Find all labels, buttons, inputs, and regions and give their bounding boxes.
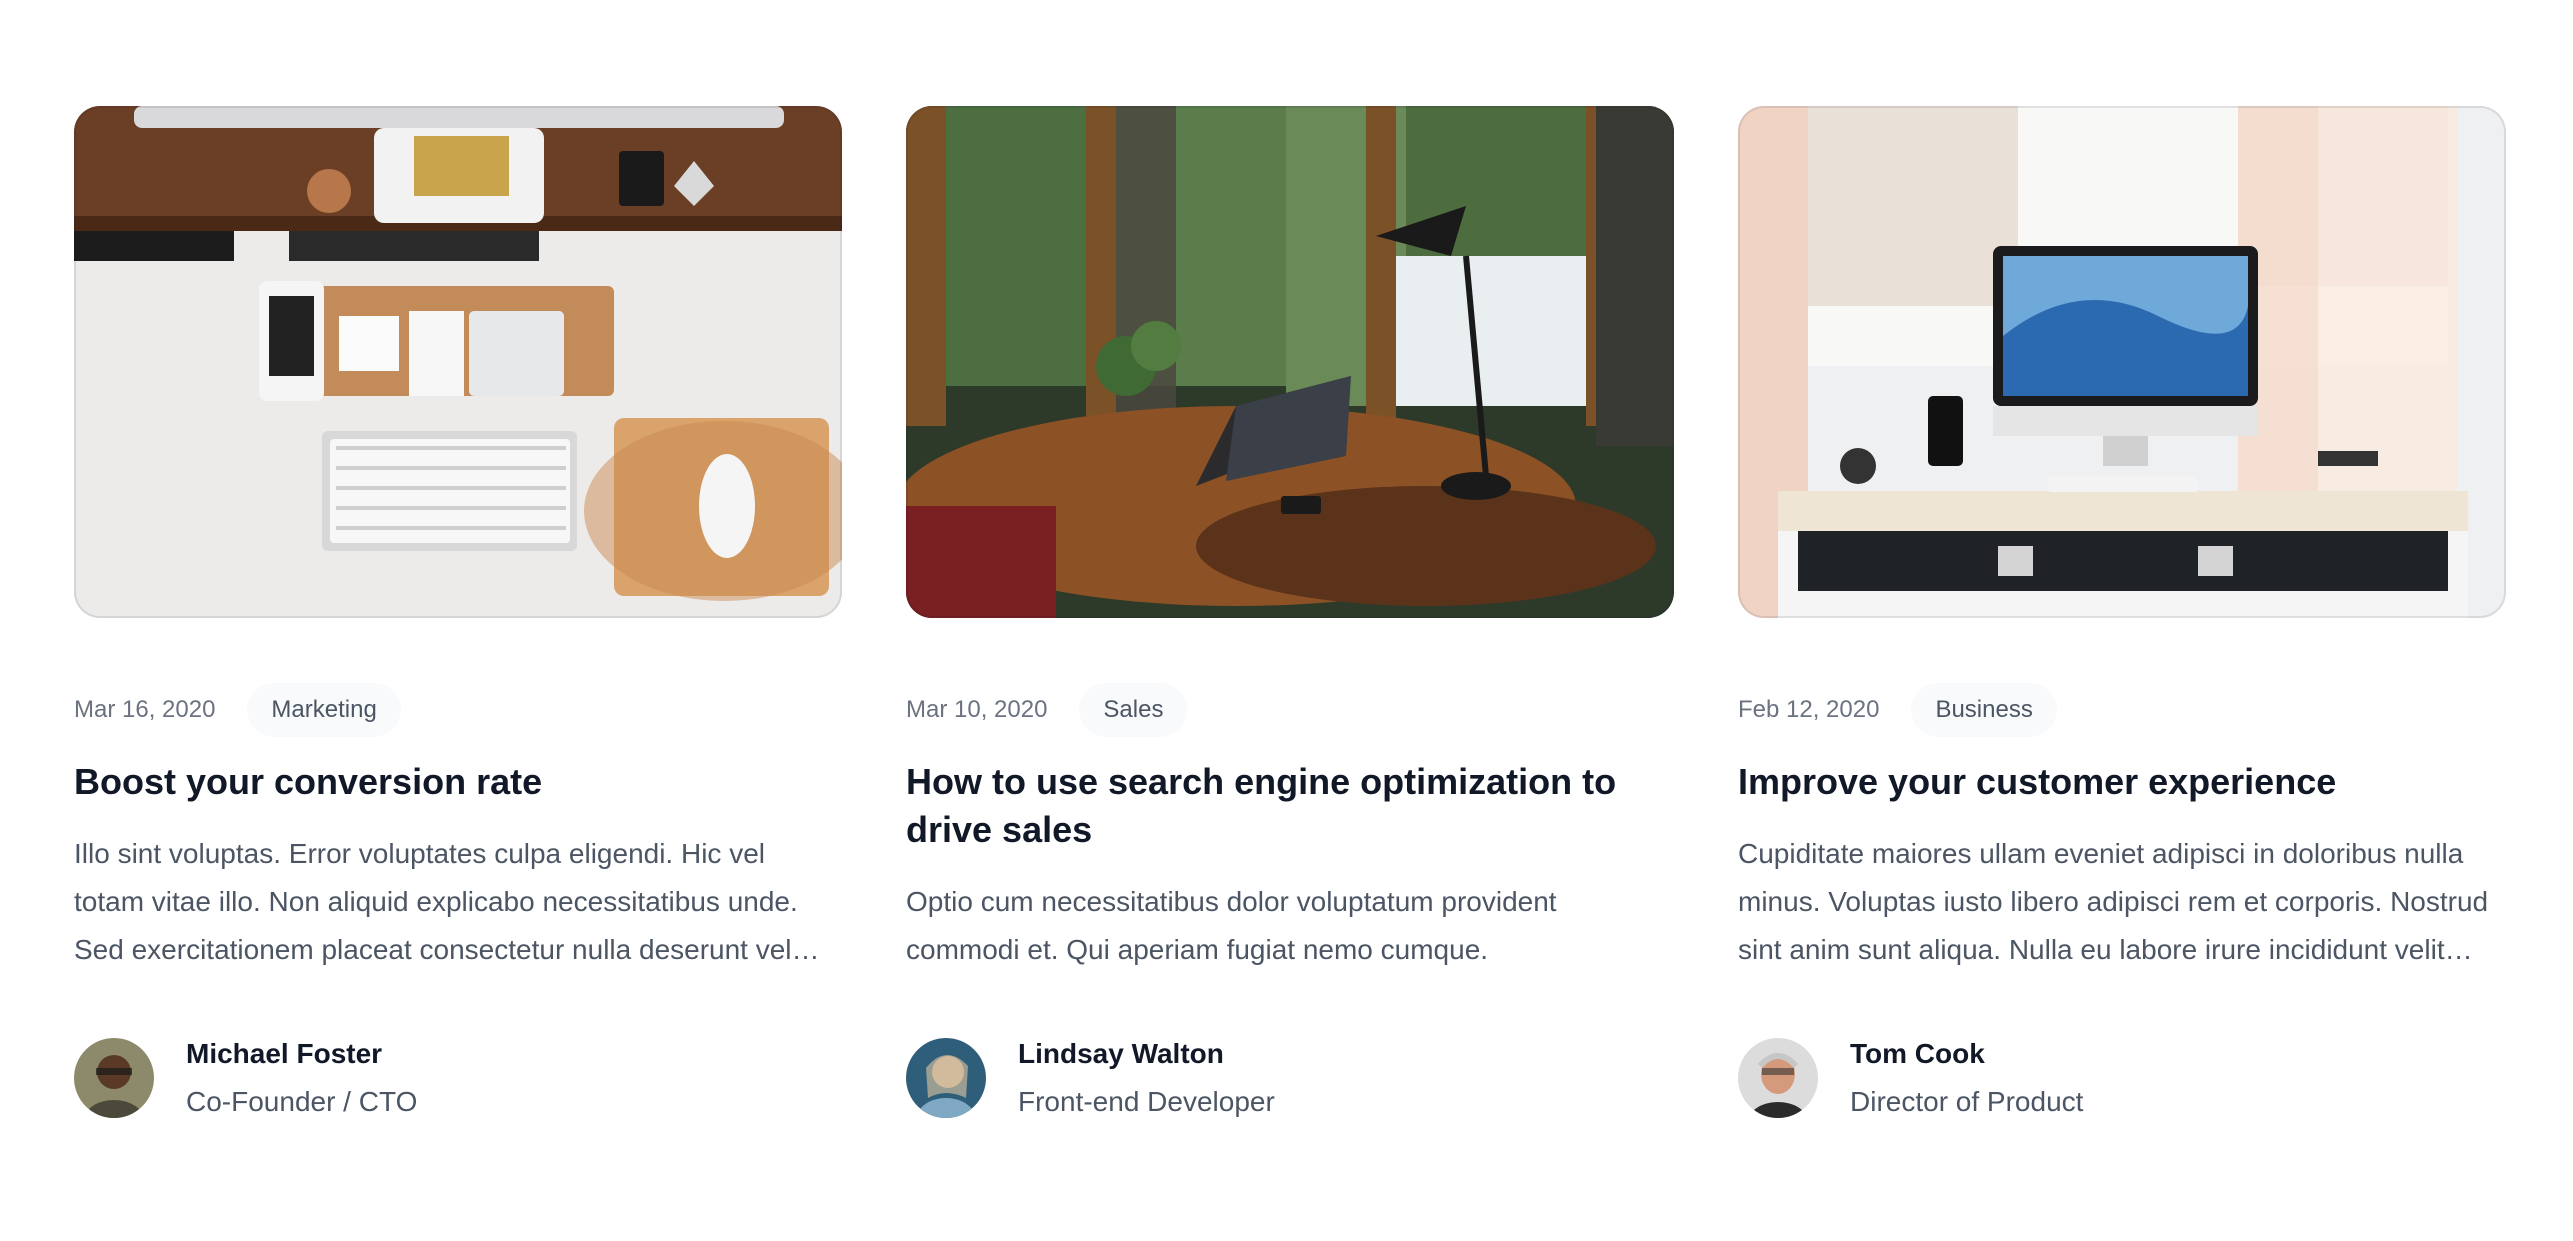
avatar	[74, 1038, 154, 1118]
post-author: Tom Cook Director of Product	[1738, 1030, 2506, 1126]
author-name[interactable]: Lindsay Walton	[1018, 1030, 1275, 1078]
blog-post-card: Feb 12, 2020 Business Improve your custo…	[1738, 106, 2506, 1126]
blog-post-card: Mar 16, 2020 Marketing Boost your conver…	[74, 106, 842, 1126]
author-name[interactable]: Tom Cook	[1850, 1030, 2083, 1078]
post-image-office-desk[interactable]	[1738, 106, 2506, 618]
post-meta: Feb 12, 2020 Business	[1738, 682, 2506, 738]
blog-post-grid: Mar 16, 2020 Marketing Boost your conver…	[74, 106, 2506, 1126]
post-meta: Mar 16, 2020 Marketing	[74, 682, 842, 738]
post-image-window-desk[interactable]	[906, 106, 1674, 618]
post-title[interactable]: Boost your conversion rate	[74, 758, 842, 806]
post-excerpt: Optio cum necessitatibus dolor voluptatu…	[906, 886, 1557, 965]
avatar	[1738, 1038, 1818, 1118]
category-badge[interactable]: Business	[1911, 683, 2057, 737]
post-date: Feb 12, 2020	[1738, 696, 1880, 723]
post-date: Mar 16, 2020	[74, 696, 216, 723]
author-name[interactable]: Michael Foster	[186, 1030, 417, 1078]
post-date: Mar 10, 2020	[906, 696, 1048, 723]
blog-post-card: Mar 10, 2020 Sales How to use search eng…	[906, 106, 1674, 1126]
post-title[interactable]: How to use search engine optimization to…	[906, 758, 1674, 854]
post-image-desk-flatlay[interactable]	[74, 106, 842, 618]
post-title[interactable]: Improve your customer experience	[1738, 758, 2506, 806]
post-author: Lindsay Walton Front-end Developer	[906, 1030, 1674, 1126]
avatar	[906, 1038, 986, 1118]
author-role: Director of Product	[1850, 1086, 2084, 1117]
category-badge[interactable]: Sales	[1079, 683, 1188, 737]
post-excerpt: Cupiditate maiores ullam eveniet adipisc…	[1738, 838, 2489, 965]
category-badge[interactable]: Marketing	[247, 683, 401, 737]
author-role: Co-Founder / CTO	[186, 1086, 418, 1117]
author-role: Front-end Developer	[1018, 1086, 1275, 1117]
post-meta: Mar 10, 2020 Sales	[906, 682, 1674, 738]
post-excerpt: Illo sint voluptas. Error voluptates cul…	[74, 838, 798, 965]
post-author: Michael Foster Co-Founder / CTO	[74, 1030, 842, 1126]
